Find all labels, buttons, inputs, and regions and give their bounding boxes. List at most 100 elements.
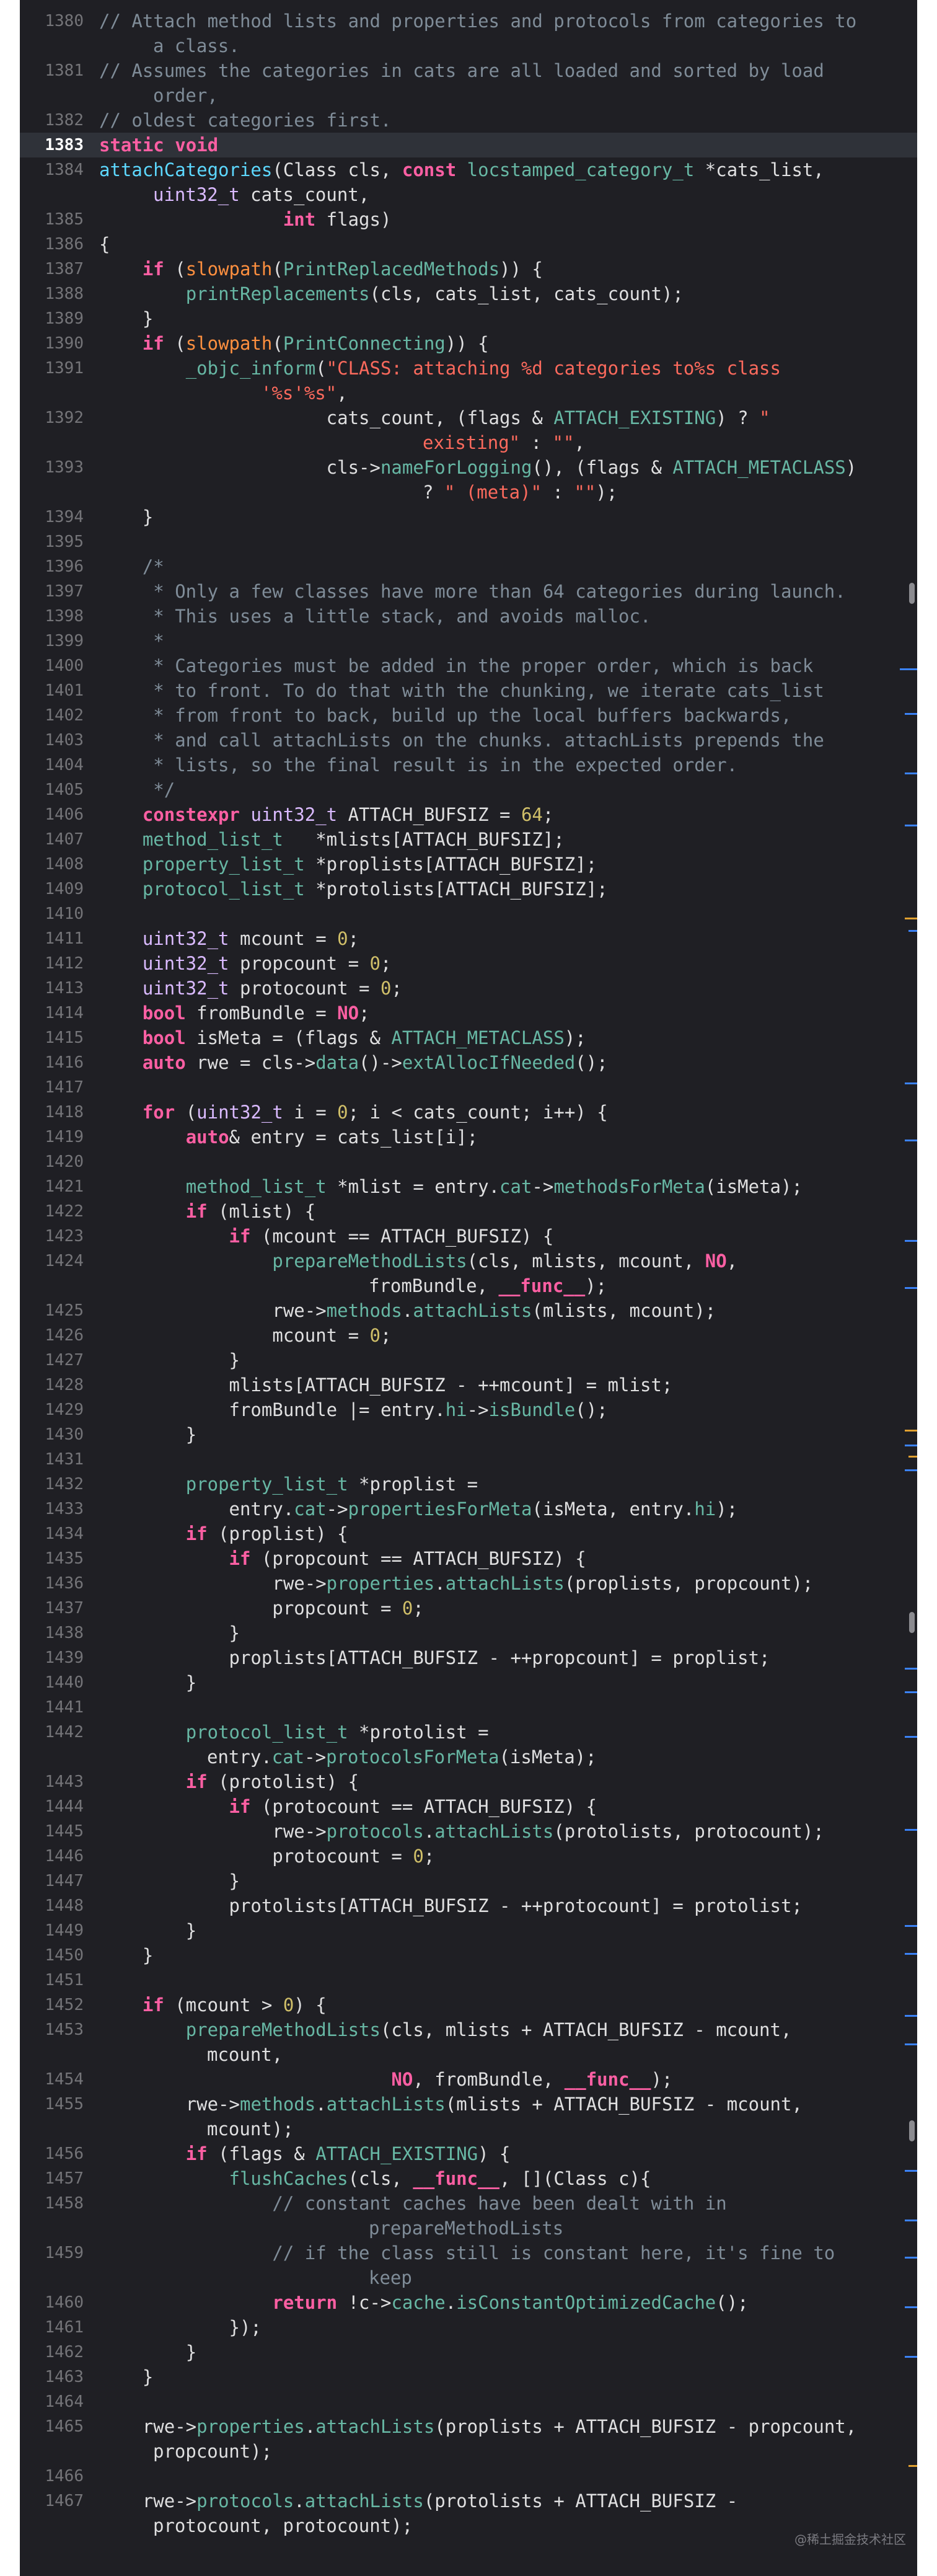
code-line[interactable]: 1445 rwe->protocols.attachLists(protolis…: [20, 1819, 917, 1844]
code-line[interactable]: 1454 NO, fromBundle, __func__);: [20, 2067, 917, 2092]
code-line[interactable]: 1444 if (protocount == ATTACH_BUFSIZ) {: [20, 1794, 917, 1819]
code-line[interactable]: 1449 }: [20, 1918, 917, 1943]
code-line[interactable]: 1451: [20, 1968, 917, 1993]
code-line[interactable]: 1390 if (slowpath(PrintConnecting)) {: [20, 331, 917, 356]
code-line[interactable]: 1440 }: [20, 1670, 917, 1695]
scroll-position-indicator[interactable]: [909, 1612, 915, 1633]
code-line[interactable]: 1406 constexpr uint32_t ATTACH_BUFSIZ = …: [20, 802, 917, 827]
code-line[interactable]: 1385 int flags): [20, 207, 917, 232]
code-line[interactable]: 1387 if (slowpath(PrintReplacedMethods))…: [20, 257, 917, 281]
code-line[interactable]: 1414 bool fromBundle = NO;: [20, 1001, 917, 1025]
code-line[interactable]: 1447 }: [20, 1869, 917, 1893]
code-line[interactable]: 1446 protocount = 0;: [20, 1844, 917, 1869]
code-line[interactable]: 1467 rwe->protocols.attachLists(protolis…: [20, 2489, 917, 2538]
code-line[interactable]: 1409 protocol_list_t *protolists[ATTACH_…: [20, 877, 917, 901]
code-token: bool: [142, 1027, 186, 1048]
code-line[interactable]: 1400 * Categories must be added in the p…: [20, 653, 917, 678]
code-line[interactable]: 1422 if (mlist) {: [20, 1199, 917, 1224]
code-line[interactable]: 1452 if (mcount > 0) {: [20, 1993, 917, 2017]
code-line[interactable]: 1399 *: [20, 629, 917, 653]
code-line[interactable]: 1386 {: [20, 232, 917, 257]
code-line[interactable]: 1395: [20, 529, 917, 554]
code-line[interactable]: 1421 method_list_t *mlist = entry.cat->m…: [20, 1174, 917, 1199]
code-line[interactable]: 1410: [20, 901, 917, 926]
code-line[interactable]: 1388 printReplacements(cls, cats_list, c…: [20, 281, 917, 306]
code-line[interactable]: 1384 attachCategories(Class cls, const lo…: [20, 157, 917, 207]
code-line[interactable]: 1382 // oldest categories first.: [20, 108, 917, 133]
code-line[interactable]: 1419 auto& entry = cats_list[i];: [20, 1125, 917, 1149]
code-line[interactable]: 1417: [20, 1075, 917, 1100]
code-line[interactable]: 1415 bool isMeta = (flags & ATTACH_METAC…: [20, 1025, 917, 1050]
code-line[interactable]: 1429 fromBundle |= entry.hi->isBundle();: [20, 1397, 917, 1422]
code-line[interactable]: 1439 proplists[ATTACH_BUFSIZ - ++propcou…: [20, 1645, 917, 1670]
code-line[interactable]: 1405 */: [20, 777, 917, 802]
line-number: 1386: [45, 235, 84, 254]
change-marker: [905, 2356, 917, 2358]
code-line[interactable]: 1408 property_list_t *proplists[ATTACH_B…: [20, 852, 917, 877]
code-line[interactable]: 1391 _objc_inform("CLASS: attaching %d c…: [20, 356, 917, 405]
scroll-position-indicator[interactable]: [909, 2120, 915, 2141]
code-line[interactable]: 1380 // Attach method lists and propertie…: [20, 9, 917, 58]
code-line[interactable]: 1448 protolists[ATTACH_BUFSIZ - ++protoc…: [20, 1893, 917, 1918]
code-line[interactable]: 1394 }: [20, 505, 917, 529]
code-line[interactable]: 1413 uint32_t protocount = 0;: [20, 976, 917, 1001]
code-line[interactable]: 1404 * lists, so the final result is in …: [20, 753, 917, 777]
code-line[interactable]: 1435 if (propcount == ATTACH_BUFSIZ) {: [20, 1546, 917, 1571]
line-code: * lists, so the final result is in the e…: [99, 753, 905, 777]
code-line[interactable]: 1460 return !c->cache.isConstantOptimize…: [20, 2290, 917, 2315]
code-token: __func__: [413, 2168, 500, 2189]
scroll-position-indicator[interactable]: [909, 583, 915, 604]
code-line[interactable]: 1401 * to front. To do that with the chu…: [20, 678, 917, 703]
code-line[interactable]: 1425 rwe->methods.attachLists(mlists, mc…: [20, 1298, 917, 1323]
code-line[interactable]: 1459 // if the class still is constant h…: [20, 2241, 917, 2290]
code-line[interactable]: 1416 auto rwe = cls->data()->extAllocIfN…: [20, 1050, 917, 1075]
code-line[interactable]: 1428 mlists[ATTACH_BUFSIZ - ++mcount] = …: [20, 1373, 917, 1397]
code-line[interactable]: 1432 property_list_t *proplist =: [20, 1472, 917, 1497]
code-line[interactable]: 1393 cls->nameForLogging(), (flags & ATT…: [20, 455, 917, 505]
code-line[interactable]: 1383 static void: [20, 133, 917, 157]
code-line[interactable]: 1403 * and call attachLists on the chunk…: [20, 728, 917, 753]
code-line[interactable]: 1427 }: [20, 1348, 917, 1373]
code-line[interactable]: 1424 prepareMethodLists(cls, mlists, mco…: [20, 1249, 917, 1298]
code-line[interactable]: 1442 protocol_list_t *protolist = entry.c…: [20, 1720, 917, 1769]
code-line[interactable]: 1456 if (flags & ATTACH_EXISTING) {: [20, 2141, 917, 2166]
code-line[interactable]: 1396 /*: [20, 554, 917, 579]
code-line[interactable]: 1450 }: [20, 1943, 917, 1968]
code-line[interactable]: 1389 }: [20, 306, 917, 331]
code-line[interactable]: 1420: [20, 1149, 917, 1174]
code-editor[interactable]: 1380 // Attach method lists and propertie…: [20, 0, 917, 2576]
code-line[interactable]: 1418 for (uint32_t i = 0; i < cats_count…: [20, 1100, 917, 1125]
code-line[interactable]: 1453 prepareMethodLists(cls, mlists + AT…: [20, 2017, 917, 2067]
code-line[interactable]: 1426 mcount = 0;: [20, 1323, 917, 1348]
code-line[interactable]: 1464: [20, 2389, 917, 2414]
code-line[interactable]: 1434 if (proplist) {: [20, 1521, 917, 1546]
code-line[interactable]: 1436 rwe->properties.attachLists(proplis…: [20, 1571, 917, 1596]
code-line[interactable]: 1466: [20, 2464, 917, 2489]
line-number: 1455: [45, 2095, 84, 2113]
code-line[interactable]: 1465 rwe->properties.attachLists(proplis…: [20, 2414, 917, 2464]
code-line[interactable]: 1392 cats_count, (flags & ATTACH_EXISTIN…: [20, 405, 917, 455]
code-line[interactable]: 1438 }: [20, 1621, 917, 1645]
code-line[interactable]: 1457 flushCaches(cls, __func__, [](Class…: [20, 2166, 917, 2191]
code-line[interactable]: 1412 uint32_t propcount = 0;: [20, 951, 917, 976]
code-line[interactable]: 1398 * This uses a little stack, and avo…: [20, 604, 917, 629]
code-line[interactable]: 1430 }: [20, 1422, 917, 1447]
code-line[interactable]: 1443 if (protolist) {: [20, 1769, 917, 1794]
code-line[interactable]: 1423 if (mcount == ATTACH_BUFSIZ) {: [20, 1224, 917, 1249]
code-line[interactable]: 1458 // constant caches have been dealt …: [20, 2191, 917, 2241]
scroll-markers[interactable]: [900, 0, 917, 2576]
code-line[interactable]: 1462 }: [20, 2340, 917, 2365]
code-line[interactable]: 1463 }: [20, 2365, 917, 2389]
code-line[interactable]: 1397 * Only a few classes have more than…: [20, 579, 917, 604]
code-line[interactable]: 1433 entry.cat->propertiesForMeta(isMeta…: [20, 1497, 917, 1521]
code-line[interactable]: 1381 // Assumes the categories in cats ar…: [20, 58, 917, 108]
code-line[interactable]: 1411 uint32_t mcount = 0;: [20, 926, 917, 951]
code-line[interactable]: 1437 propcount = 0;: [20, 1596, 917, 1621]
code-line[interactable]: 1461 });: [20, 2315, 917, 2340]
code-line[interactable]: 1455 rwe->methods.attachLists(mlists + A…: [20, 2092, 917, 2141]
code-line[interactable]: 1441: [20, 1695, 917, 1720]
code-line[interactable]: 1402 * from front to back, build up the …: [20, 703, 917, 728]
code-line[interactable]: 1407 method_list_t *mlists[ATTACH_BUFSIZ…: [20, 827, 917, 852]
change-marker: [905, 2257, 917, 2259]
code-line[interactable]: 1431: [20, 1447, 917, 1472]
